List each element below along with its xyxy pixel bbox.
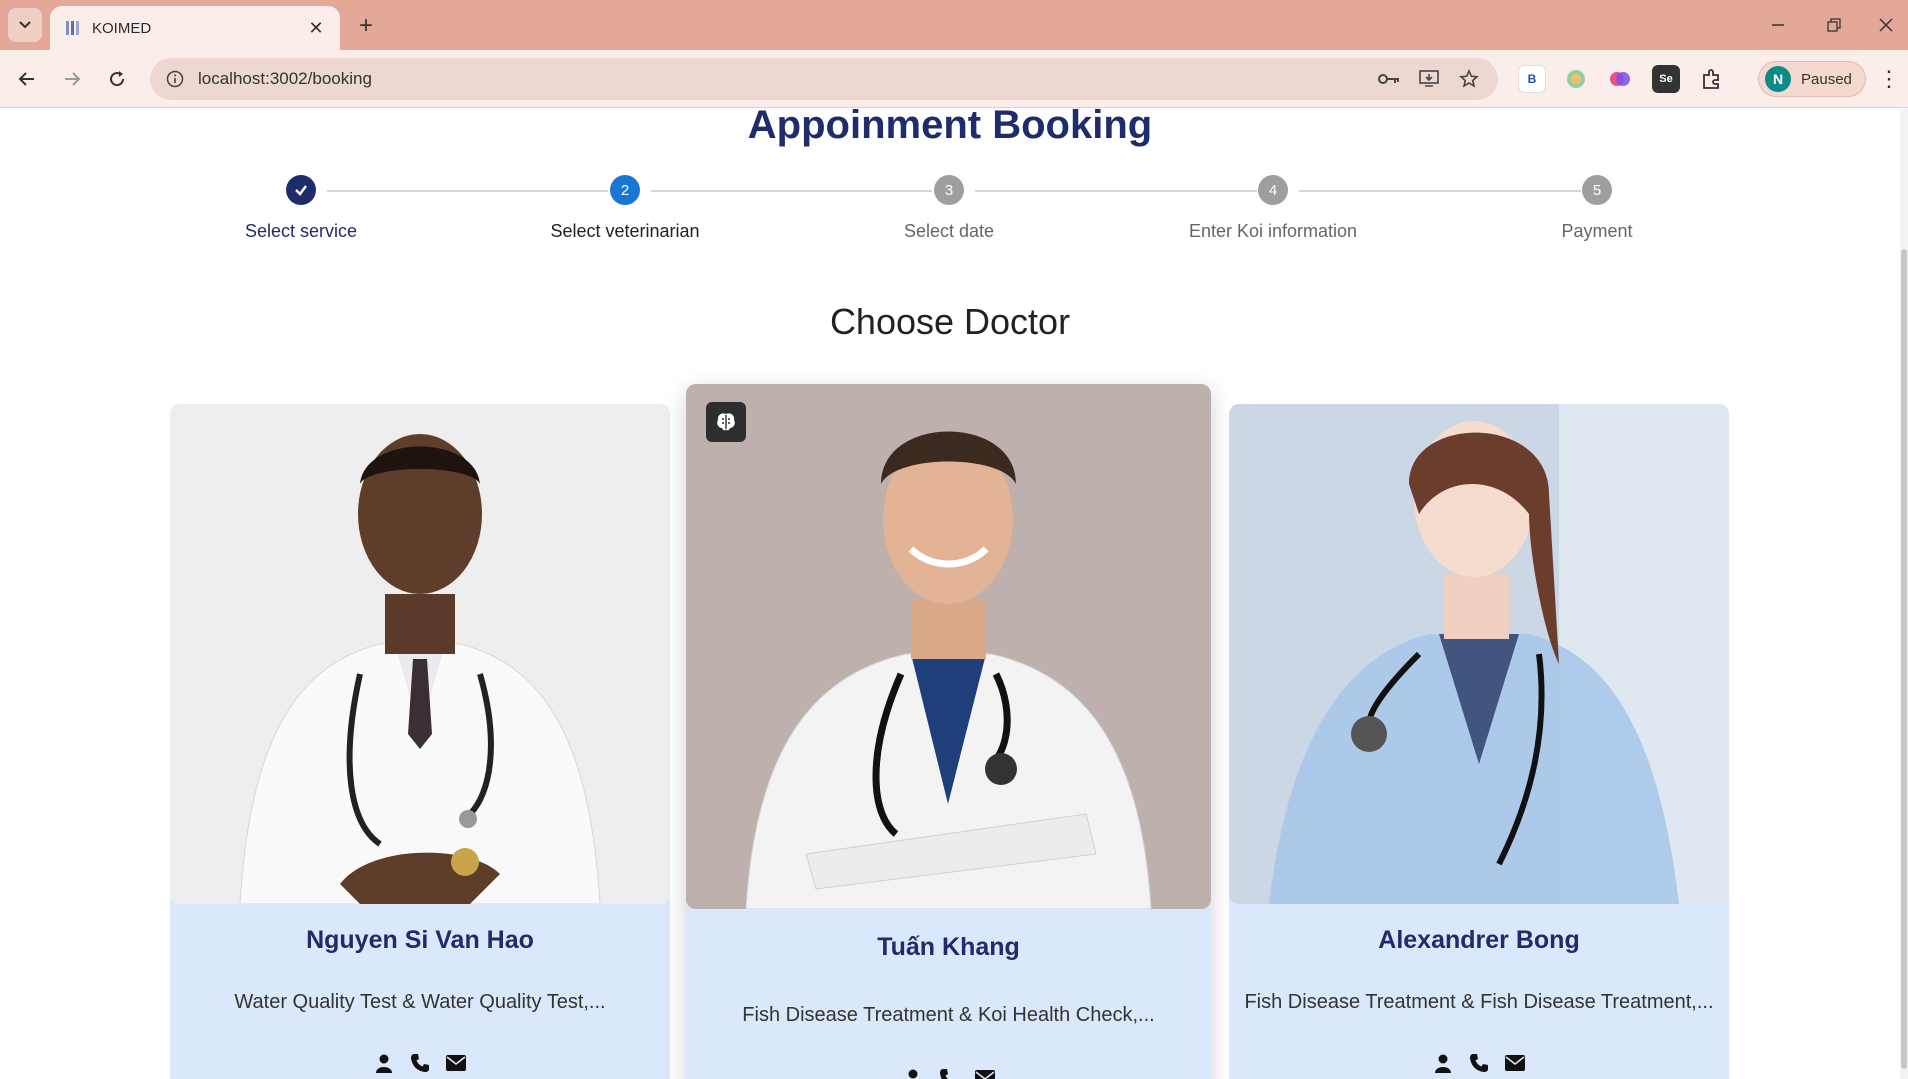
page-viewport: Appoinment Booking Select service 2 Sele… <box>0 109 1900 1079</box>
close-tab-icon[interactable]: ✕ <box>306 18 326 38</box>
doctor-card[interactable]: Nguyen Si Van Hao Water Quality Test & W… <box>170 404 670 1079</box>
forward-button[interactable] <box>55 62 89 96</box>
step-label: Enter Koi information <box>1188 221 1358 241</box>
restore-icon <box>1827 18 1841 32</box>
doctor-contact-icons <box>686 1067 1211 1079</box>
browser-menu-icon[interactable]: ⋮ <box>1876 65 1902 93</box>
step-select-service[interactable]: Select service <box>151 175 451 242</box>
extension-b-label: B <box>1527 72 1537 86</box>
step-select-veterinarian[interactable]: 2 Select veterinarian <box>475 175 775 242</box>
doctor-contact-icons <box>170 1052 670 1074</box>
doctor-contact-icons <box>1229 1052 1729 1074</box>
step-check-icon <box>286 175 316 205</box>
profile-button[interactable]: N Paused <box>1758 61 1866 97</box>
doctor-services: Water Quality Test & Water Quality Test,… <box>234 991 606 1013</box>
arrow-left-icon <box>18 72 34 86</box>
section-title: Choose Doctor <box>829 301 1071 342</box>
back-button[interactable] <box>10 62 44 96</box>
extension-b-icon[interactable]: B <box>1518 65 1546 93</box>
brain-icon[interactable] <box>706 402 746 442</box>
close-icon <box>1879 18 1893 32</box>
doctor-photo <box>686 384 1211 909</box>
tab-title: KOIMED <box>92 19 152 37</box>
step-select-date[interactable]: 3 Select date <box>799 175 1099 242</box>
doctor-photo <box>170 404 670 904</box>
email-icon[interactable] <box>1504 1052 1526 1074</box>
email-icon[interactable] <box>974 1067 996 1079</box>
browser-tab[interactable]: KOIMED ✕ <box>50 6 340 50</box>
step-number: 5 <box>1582 175 1612 205</box>
extension-se-icon[interactable]: Se <box>1652 65 1680 93</box>
doctor-card[interactable]: Alexandrer Bong Fish Disease Treatment &… <box>1229 404 1729 1079</box>
browser-tabstrip: KOIMED ✕ + <box>0 0 1908 50</box>
scrollbar-thumb[interactable] <box>1901 249 1907 1069</box>
email-icon[interactable] <box>445 1052 467 1074</box>
step-enter-koi-information[interactable]: 4 Enter Koi information <box>1123 175 1423 242</box>
arrow-right-icon <box>65 72 81 86</box>
chevron-down-icon <box>19 21 31 29</box>
minimize-window-button[interactable] <box>1758 8 1798 42</box>
avatar: N <box>1765 66 1791 92</box>
doctor-services: Fish Disease Treatment & Koi Health Chec… <box>742 1004 1155 1026</box>
browser-toolbar: localhost:3002/booking B Se N Paused ⋮ <box>0 50 1908 108</box>
reload-icon <box>110 71 125 87</box>
phone-icon[interactable] <box>1468 1052 1490 1074</box>
extension-circle-icon[interactable] <box>1562 65 1590 93</box>
tab-search-button[interactable] <box>8 8 42 42</box>
page-title: Appoinment Booking <box>747 109 1153 147</box>
address-bar[interactable]: localhost:3002/booking <box>150 58 1498 100</box>
step-number: 3 <box>934 175 964 205</box>
step-label: Payment <box>1561 221 1633 241</box>
url-text[interactable]: localhost:3002/booking <box>198 69 1362 89</box>
close-window-button[interactable] <box>1866 8 1906 42</box>
doctor-card[interactable]: Tuấn Khang Fish Disease Treatment & Koi … <box>686 384 1211 1079</box>
password-key-icon[interactable] <box>1376 66 1402 92</box>
minimize-icon <box>1772 24 1784 26</box>
koimed-favicon-icon <box>66 21 79 35</box>
doctor-name: Nguyen Si Van Hao <box>306 926 534 954</box>
step-label: Select date <box>903 221 995 241</box>
new-tab-button[interactable]: + <box>352 12 380 40</box>
step-label: Select service <box>244 221 358 241</box>
booking-stepper: Select service 2 Select veterinarian 3 S… <box>0 165 1900 255</box>
doctor-name: Tuấn Khang <box>877 933 1020 961</box>
person-icon[interactable] <box>1432 1052 1454 1074</box>
reload-button[interactable] <box>100 62 134 96</box>
doctor-photo <box>1229 404 1729 904</box>
step-number: 2 <box>610 175 640 205</box>
person-icon[interactable] <box>373 1052 395 1074</box>
extension-brain-icon[interactable] <box>1606 65 1634 93</box>
install-app-icon[interactable] <box>1416 66 1442 92</box>
extension-se-label: Se <box>1659 73 1673 85</box>
profile-status: Paused <box>1801 70 1852 88</box>
bookmark-star-icon[interactable] <box>1456 66 1482 92</box>
phone-icon[interactable] <box>409 1052 431 1074</box>
doctor-name: Alexandrer Bong <box>1378 926 1580 954</box>
step-label: Select veterinarian <box>550 221 700 241</box>
site-info-icon[interactable] <box>166 70 184 88</box>
step-payment[interactable]: 5 Payment <box>1447 175 1747 242</box>
extensions-puzzle-icon[interactable] <box>1698 65 1726 93</box>
person-icon[interactable] <box>902 1067 924 1079</box>
doctor-services: Fish Disease Treatment & Fish Disease Tr… <box>1244 991 1714 1013</box>
phone-icon[interactable] <box>938 1067 960 1079</box>
step-number: 4 <box>1258 175 1288 205</box>
restore-window-button[interactable] <box>1814 8 1854 42</box>
page-scrollbar[interactable] <box>1900 109 1908 1079</box>
